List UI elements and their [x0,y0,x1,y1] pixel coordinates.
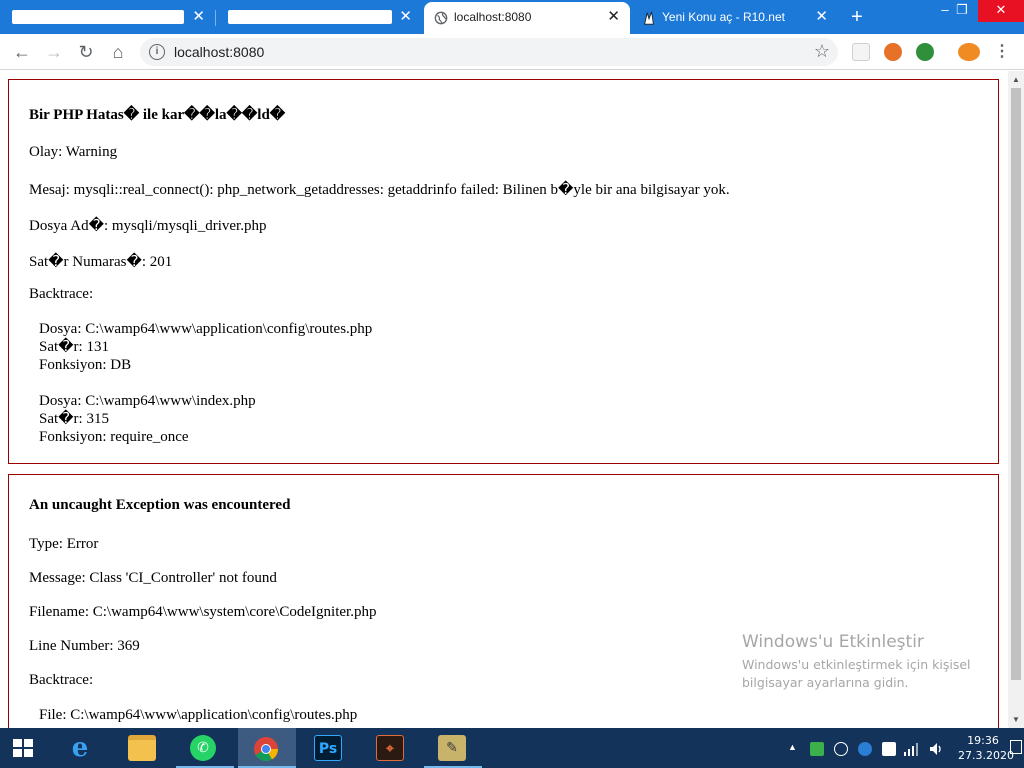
exception-message: Message: Class 'CI_Controller' not found [29,570,277,586]
backtrace-entry: Dosya: C:\wamp64\www\application\config\… [39,320,372,374]
home-icon[interactable]: ⌂ [106,40,130,64]
tray-flag-icon[interactable] [882,742,896,756]
maximize-button[interactable]: ❐ [948,0,976,22]
error-filename: Dosya Ad�: mysqli/mysqli_driver.php [29,218,267,234]
scrollbar-thumb[interactable] [1011,88,1021,680]
backtrace-file: Dosya: C:\wamp64\www\application\config\… [39,321,373,337]
redacted-title [228,10,392,24]
tray-blue-icon[interactable] [858,742,872,756]
tab-redacted-2[interactable]: ✕ [216,2,422,34]
error-line-number: Sat�r Numaras�: 201 [29,254,173,270]
backtrace-file: File: C:\wamp64\www\application\config\r… [39,707,358,723]
volume-icon[interactable] [928,741,944,757]
menu-kebab-icon[interactable]: ⋮ [994,41,1010,63]
bookmark-star-icon[interactable]: ☆ [814,41,830,62]
error-heading: Bir PHP Hatas� ile kar��la��ld� [29,107,286,123]
chrome-icon [254,737,278,762]
taskbar: e ✆ Ps ⌖ ✎ ▲ 19:36 27.3.2020 [0,728,1024,768]
taskbar-photoshop[interactable]: Ps [300,728,358,768]
php-error-box: Bir PHP Hatas� ile kar��la��ld� Olay: Wa… [8,79,999,464]
photoshop-icon: Ps [314,735,342,761]
redacted-title [12,10,184,24]
close-icon[interactable]: ✕ [815,9,828,24]
address-bar[interactable]: i localhost:8080 ☆ [140,38,838,66]
info-icon[interactable]: i [149,44,165,60]
close-icon[interactable]: ✕ [192,9,205,24]
taskbar-whatsapp[interactable]: ✆ [176,728,234,768]
taskbar-chrome[interactable] [238,728,296,768]
wifi-signal-icon[interactable] [904,742,920,756]
window-close-button[interactable]: ✕ [978,0,1024,22]
whatsapp-icon: ✆ [190,735,216,761]
tab-redacted-1[interactable]: ✕ [0,2,215,34]
extension-orange-icon[interactable] [884,43,902,61]
page-viewport: Bir PHP Hatas� ile kar��la��ld� Olay: Wa… [0,71,1008,728]
error-message: Mesaj: mysqli::real_connect(): php_netwo… [29,182,730,198]
clock-time: 19:36 [967,734,999,747]
taskbar-tools-app[interactable]: ✎ [424,728,482,768]
error-severity: Olay: Warning [29,144,118,160]
new-tab-button[interactable]: + [846,6,868,28]
taskbar-file-explorer[interactable] [114,728,172,768]
r10-favicon-icon [644,11,654,25]
browser-toolbar: ← → ↻ ⌂ i localhost:8080 ☆ ⋮ [0,34,1024,70]
windows-logo-icon [13,739,33,757]
forward-arrow-icon[interactable]: → [42,40,66,64]
exception-heading: An uncaught Exception was encountered [29,497,291,513]
backtrace-label: Backtrace: [29,286,94,302]
exception-line-number: Line Number: 369 [29,638,140,654]
tab-r10[interactable]: Yeni Konu aç - R10.net ✕ [632,2,838,34]
taskbar-internet-explorer[interactable]: e [52,728,110,768]
start-button[interactable] [0,728,50,768]
backtrace-label: Backtrace: [29,672,94,688]
tab-strip: ✕ ✕ localhost:8080 ✕ Yeni Konu aç - R10.… [0,0,1024,34]
vertical-scrollbar[interactable]: ▲ ▼ [1008,71,1024,728]
backtrace-line: Sat�r: 131 [39,339,109,355]
media-app-icon: ⌖ [376,735,404,761]
extension-999-icon[interactable] [958,43,980,61]
tray-green-icon[interactable] [810,742,824,756]
notification-center-icon[interactable] [1010,740,1022,754]
exception-type: Type: Error [29,536,99,552]
back-arrow-icon[interactable]: ← [10,40,34,64]
taskbar-media-app[interactable]: ⌖ [362,728,420,768]
tab-title: Yeni Konu aç - R10.net [662,10,785,24]
backtrace-file: Dosya: C:\wamp64\www\index.php [39,393,256,409]
backtrace-function: Fonksiyon: require_once [39,429,189,445]
globe-extension-icon[interactable] [916,43,934,61]
scroll-down-icon[interactable]: ▼ [1012,715,1020,724]
backtrace-line: Sat�r: 315 [39,411,109,427]
folder-icon [128,735,156,761]
globe-icon [434,11,448,25]
exception-filename: Filename: C:\wamp64\www\system\core\Code… [29,604,377,620]
url-text: localhost:8080 [174,44,265,60]
watermark-line: bilgisayar ayarlarına gidin. [742,675,909,690]
close-icon[interactable]: ✕ [607,9,620,24]
tab-title: localhost:8080 [454,10,532,24]
backtrace-entry: Dosya: C:\wamp64\www\index.php Sat�r: 31… [39,392,256,446]
backtrace-function: Fonksiyon: DB [39,357,132,373]
close-icon[interactable]: ✕ [399,9,412,24]
tools-app-icon: ✎ [438,735,466,761]
watermark-line: Windows'u etkinleştirmek için kişisel [742,657,971,672]
internet-explorer-icon: e [71,733,89,763]
system-clock[interactable]: 19:36 27.3.2020 [958,733,1014,763]
clock-date: 27.3.2020 [958,749,1014,762]
tray-sync-icon[interactable] [834,742,848,756]
show-hidden-icons-icon[interactable]: ▲ [788,742,797,752]
activation-watermark: Windows'u Etkinleştir Windows'u etkinleş… [742,632,971,692]
watermark-title: Windows'u Etkinleştir [742,632,924,652]
scroll-up-icon[interactable]: ▲ [1012,75,1020,84]
tab-localhost[interactable]: localhost:8080 ✕ [424,2,630,34]
java-extension-icon[interactable] [852,43,870,61]
reload-icon[interactable]: ↻ [74,40,98,64]
